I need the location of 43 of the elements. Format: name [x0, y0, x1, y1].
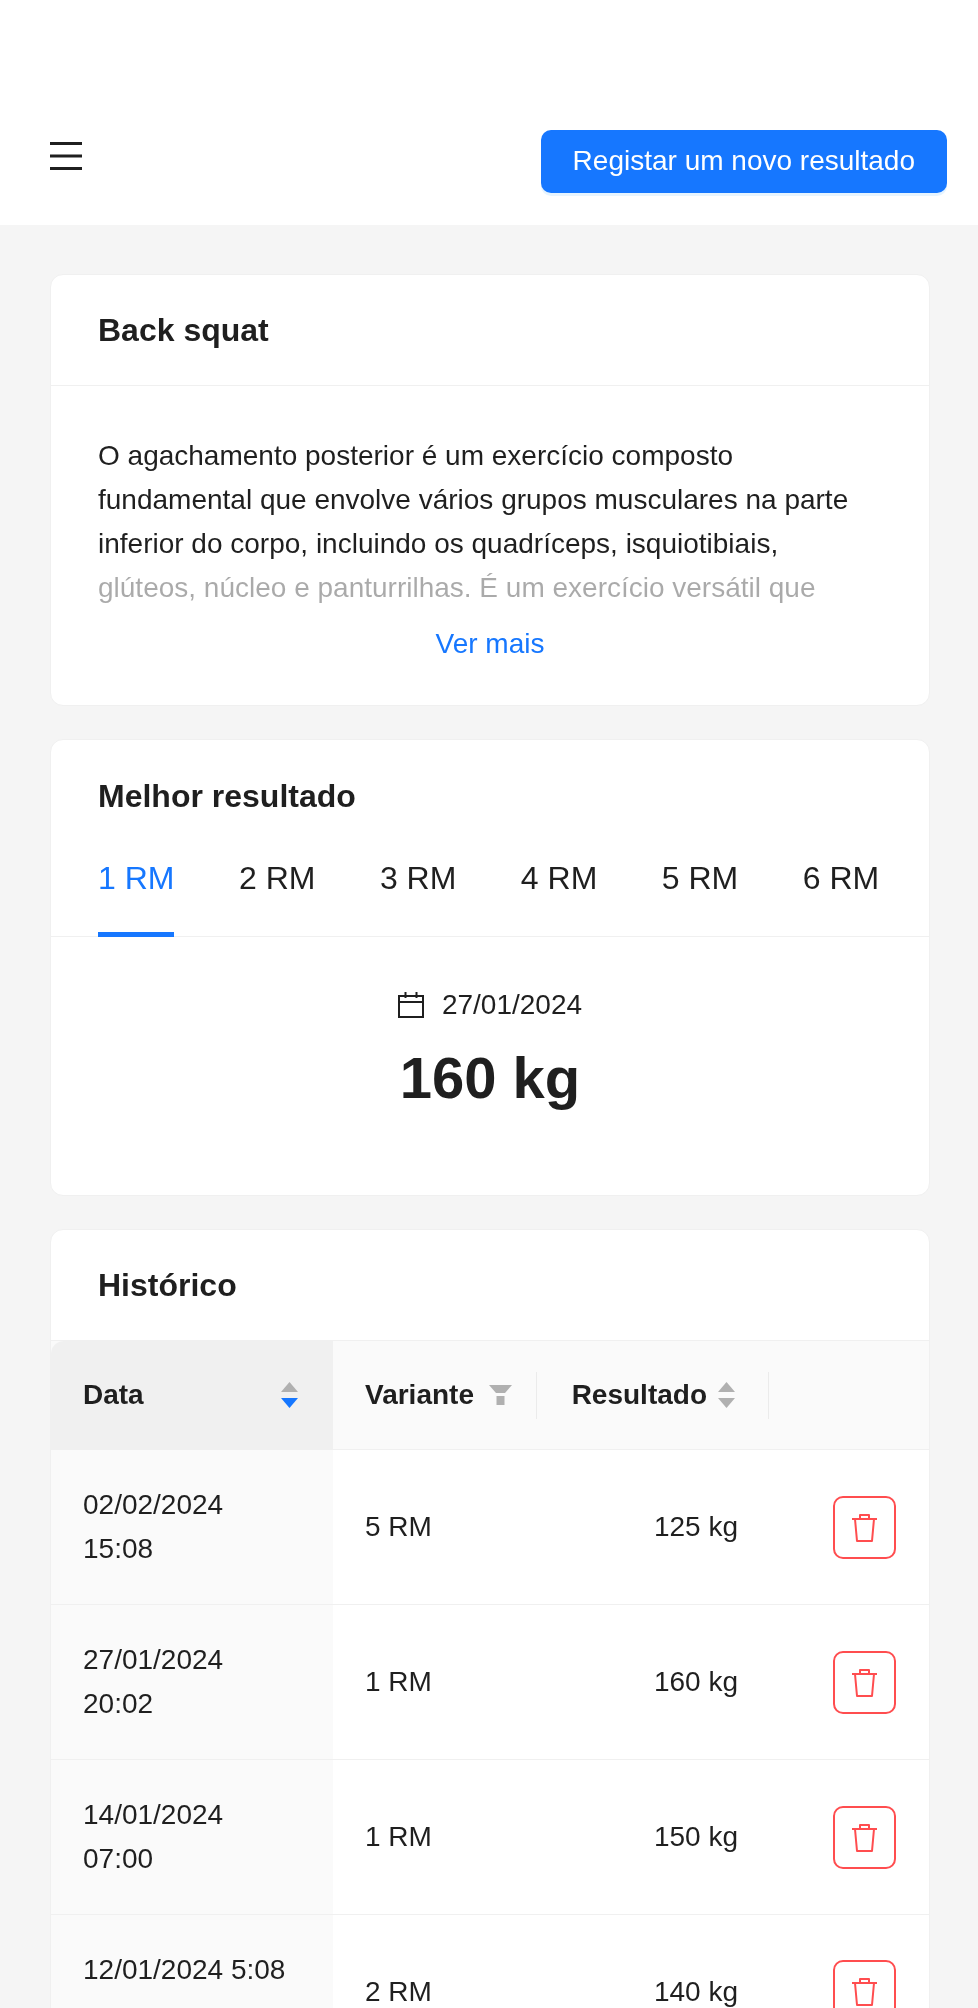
table-cell: 27/01/2024 20:02 — [51, 1605, 333, 1759]
trash-icon — [851, 1512, 878, 1542]
card-title: Melhor resultado — [98, 776, 356, 816]
card-title: Histórico — [98, 1266, 237, 1305]
delete-button[interactable] — [833, 1960, 896, 2008]
trash-icon — [851, 1822, 878, 1852]
table-cell: 14/01/2024 07:00 — [51, 1760, 333, 1914]
trash-icon — [851, 1667, 878, 1697]
tab[interactable]: 1 RM — [98, 851, 175, 937]
best-result-value: 160 kg — [399, 1044, 581, 1112]
filter-icon[interactable] — [488, 1385, 512, 1405]
sort-icon[interactable] — [718, 1382, 735, 1408]
column-title: Variante — [365, 1378, 474, 1412]
table-cell: 02/02/2024 15:08 — [51, 1450, 333, 1604]
table-cell: 160 kg — [653, 1666, 738, 1698]
table-cell: 150 kg — [653, 1821, 738, 1853]
menu-icon[interactable] — [50, 142, 82, 170]
exercise-description: O agachamento posterior é um exercício composto fundamental que envolve vários grupos musculares na parte inferior do corpo, incluindo os quadríceps, isquiotibiais, glúteos, núcleo e panturrilhas. É um exercício versátil que — [98, 439, 850, 605]
trash-icon — [851, 1977, 878, 2006]
card-title: Back squat — [98, 311, 269, 350]
table-cell: 140 kg — [653, 1975, 738, 2008]
table-cell: 5 RM — [365, 1511, 432, 1543]
delete-button[interactable] — [833, 1805, 896, 1869]
tab[interactable]: 4 RM — [520, 851, 598, 937]
table-cell: 1 RM — [365, 1821, 432, 1853]
best-result-date: 27/01/2024 — [441, 988, 583, 1022]
new-result-button[interactable]: Registar um novo resultado — [540, 129, 947, 193]
tab[interactable]: 3 RM — [379, 851, 457, 937]
tab[interactable]: 5 RM — [661, 851, 739, 937]
calendar-icon — [397, 992, 424, 1018]
sort-icon[interactable] — [281, 1382, 298, 1408]
column-title: Data — [83, 1378, 144, 1412]
delete-button[interactable] — [833, 1495, 896, 1559]
see-more-link[interactable]: Ver mais — [435, 622, 545, 666]
table-cell: 1 RM — [365, 1666, 432, 1698]
table-cell: 125 kg — [653, 1511, 738, 1543]
column-header[interactable]: Data — [51, 1341, 333, 1449]
column-title: Resultado — [571, 1378, 707, 1412]
delete-button[interactable] — [833, 1650, 896, 1714]
table-cell: 12/01/2024 5:08 — [51, 1915, 333, 2008]
tab[interactable]: 2 RM — [238, 851, 316, 937]
tab[interactable]: 6 RM — [802, 851, 880, 937]
table-cell: 2 RM — [365, 1975, 432, 2008]
